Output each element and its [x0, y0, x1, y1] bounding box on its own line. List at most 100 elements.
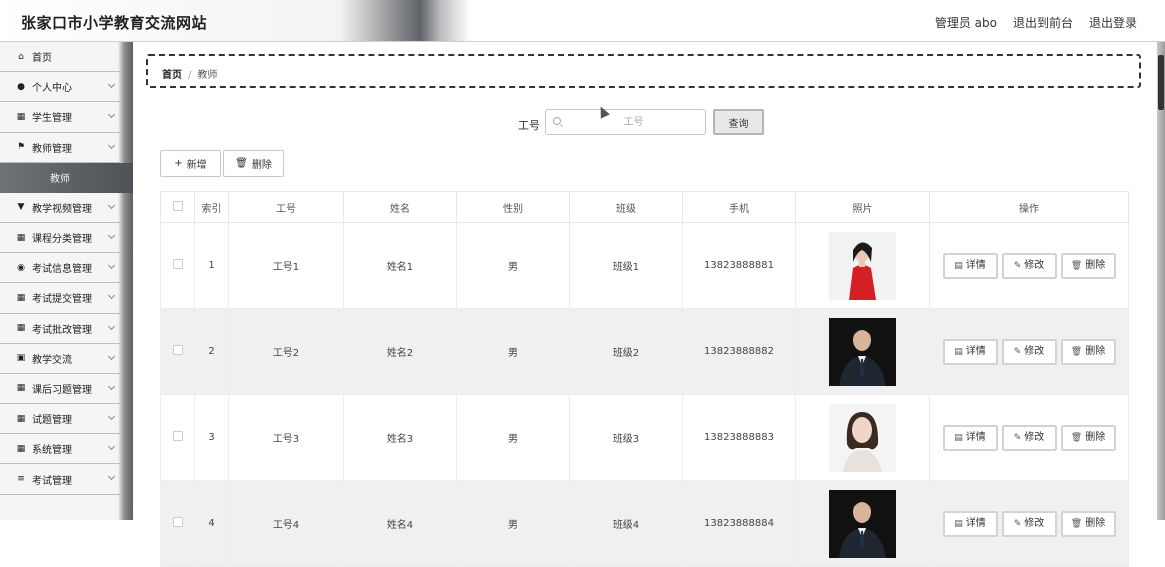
edit-button[interactable]: ✎ 修改 — [1001, 252, 1057, 279]
cell-photo — [795, 308, 930, 395]
chevron-down-icon — [107, 141, 116, 149]
row-select-cell — [160, 222, 195, 309]
sidebar-item-5[interactable]: ▦ 课程分类管理 — [0, 223, 120, 254]
chevron-down-icon — [107, 111, 116, 119]
chevron-down-icon — [107, 201, 116, 209]
batch-delete-label: 删除 — [251, 160, 272, 171]
sidebar-item-label: 考试提交管理 — [32, 294, 92, 306]
delete-label: 删除 — [1085, 517, 1106, 529]
detail-button[interactable]: ▤ 详情 — [942, 510, 998, 537]
cell-actions: ▤ 详情 ✎ 修改 🗑 删除 — [929, 480, 1129, 567]
col-actions: 操作 — [929, 191, 1129, 223]
sidebar-item-label: 教师管理 — [32, 143, 72, 155]
cell-job-no: 工号3 — [228, 394, 344, 481]
vertical-scrollbar[interactable] — [1157, 42, 1165, 520]
add-button-label: 新增 — [186, 160, 207, 171]
sidebar-item-6[interactable]: ◉ 考试信息管理 — [0, 253, 120, 284]
chevron-down-icon — [107, 473, 116, 481]
chevron-down-icon — [107, 352, 116, 360]
document-icon: ▤ — [954, 260, 963, 271]
sidebar-item-0[interactable]: ⌂ 首页 — [0, 42, 120, 73]
select-all-cell — [160, 191, 195, 223]
row-delete-button[interactable]: 🗑 删除 — [1060, 252, 1116, 279]
document-icon: ▤ — [954, 518, 963, 529]
chevron-down-icon — [107, 382, 116, 390]
sidebar-item-13[interactable]: ≡ 考试管理 — [0, 464, 120, 495]
select-all-checkbox[interactable] — [172, 200, 183, 211]
cell-name: 姓名3 — [343, 394, 457, 481]
edit-button[interactable]: ✎ 修改 — [1001, 424, 1057, 451]
detail-button[interactable]: ▤ 详情 — [942, 424, 998, 451]
row-checkbox[interactable] — [172, 431, 183, 441]
sidebar-item-label: 课程分类管理 — [32, 234, 92, 246]
col-gender: 性别 — [456, 191, 570, 223]
sidebar-item-12[interactable]: ▦ 系统管理 — [0, 434, 120, 465]
plus-icon: + — [174, 158, 183, 169]
document-icon: ▤ — [954, 432, 963, 443]
cell-actions: ▤ 详情 ✎ 修改 🗑 删除 — [929, 394, 1129, 481]
edit-button[interactable]: ✎ 修改 — [1001, 510, 1057, 537]
sidebar-subitem-teacher[interactable]: 教师 — [0, 162, 133, 193]
search-field[interactable] — [545, 109, 706, 135]
row-checkbox[interactable] — [172, 345, 183, 355]
cell-phone: 13823888883 — [682, 394, 796, 481]
col-job-no: 工号 — [228, 191, 344, 223]
admin-user-link[interactable]: 管理员 abo — [935, 14, 997, 31]
list-icon: ≡ — [17, 474, 25, 485]
detail-label: 详情 — [965, 345, 986, 357]
sidebar-item-8[interactable]: ▦ 考试批改管理 — [0, 314, 120, 344]
site-title: 张家口市小学教育交流网站 — [21, 14, 208, 32]
detail-button[interactable]: ▤ 详情 — [942, 338, 998, 365]
teacher-photo — [829, 231, 896, 300]
row-select-cell — [160, 480, 195, 567]
sidebar-item-9[interactable]: ▣ 教学交流 — [0, 344, 120, 374]
delete-label: 删除 — [1085, 345, 1106, 357]
row-delete-button[interactable]: 🗑 删除 — [1060, 424, 1116, 451]
batch-delete-button[interactable]: 🗑 删除 — [223, 150, 284, 177]
sidebar-item-3[interactable]: ⚑ 教师管理 — [0, 133, 120, 163]
detail-button[interactable]: ▤ 详情 — [942, 252, 998, 279]
breadcrumb-separator: / — [188, 70, 192, 81]
cell-actions: ▤ 详情 ✎ 修改 🗑 删除 — [929, 222, 1129, 309]
row-delete-button[interactable]: 🗑 删除 — [1060, 510, 1116, 537]
teacher-photo — [829, 317, 896, 386]
detail-label: 详情 — [965, 431, 986, 443]
logout-link[interactable]: 退出登录 — [1089, 14, 1137, 31]
cell-gender: 男 — [456, 222, 570, 309]
sidebar-item-4[interactable]: ▼ 教学视频管理 — [0, 193, 120, 223]
cell-gender: 男 — [456, 394, 570, 481]
job-no-search-input[interactable] — [566, 113, 701, 131]
top-header: 张家口市小学教育交流网站 管理员 abo 退出到前台 退出登录 — [0, 0, 1165, 42]
row-delete-button[interactable]: 🗑 删除 — [1060, 338, 1116, 365]
breadcrumb-home[interactable]: 首页 — [162, 70, 182, 81]
back-to-frontend-link[interactable]: 退出到前台 — [1013, 14, 1073, 31]
grid-icon: ▦ — [16, 413, 26, 424]
row-checkbox[interactable] — [172, 517, 183, 527]
header-links: 管理员 abo 退出到前台 退出登录 — [935, 14, 1137, 31]
pencil-icon: ✎ — [1013, 518, 1022, 529]
row-checkbox[interactable] — [172, 259, 183, 269]
search-button[interactable]: 查询 — [713, 109, 764, 135]
cell-name: 姓名2 — [343, 308, 457, 395]
delete-label: 删除 — [1085, 259, 1106, 271]
home-icon: ⌂ — [18, 51, 24, 62]
cell-phone: 13823888882 — [682, 308, 796, 395]
trash-icon: 🗑 — [1070, 260, 1083, 271]
sidebar: ⌂ 首页 ● 个人中心 ▦ 学生管理 ⚑ 教师管理 教师 ▼ 教学视频管理 ▦ 课程分类管理 ◉ 考试信息管… — [0, 42, 133, 520]
cell-gender: 男 — [456, 308, 570, 395]
sidebar-item-10[interactable]: ▦ 课后习题管理 — [0, 374, 120, 405]
sidebar-item-7[interactable]: ▦ 考试提交管理 — [0, 283, 120, 314]
grid-icon: ▦ — [16, 323, 26, 334]
edit-button[interactable]: ✎ 修改 — [1001, 338, 1057, 365]
edit-label: 修改 — [1024, 345, 1045, 357]
chevron-down-icon — [107, 81, 116, 89]
add-button[interactable]: + 新增 — [160, 150, 221, 177]
user-icon: ● — [17, 81, 25, 92]
sidebar-item-2[interactable]: ▦ 学生管理 — [0, 102, 120, 133]
cell-index: 2 — [194, 308, 229, 395]
grid-icon: ▦ — [16, 292, 26, 303]
sidebar-item-11[interactable]: ▦ 试题管理 — [0, 404, 120, 435]
table-header-row: 索引 工号 姓名 性别 班级 手机 照片 操作 — [160, 191, 1129, 223]
scrollbar-thumb[interactable] — [1158, 55, 1164, 110]
sidebar-item-1[interactable]: ● 个人中心 — [0, 72, 120, 103]
